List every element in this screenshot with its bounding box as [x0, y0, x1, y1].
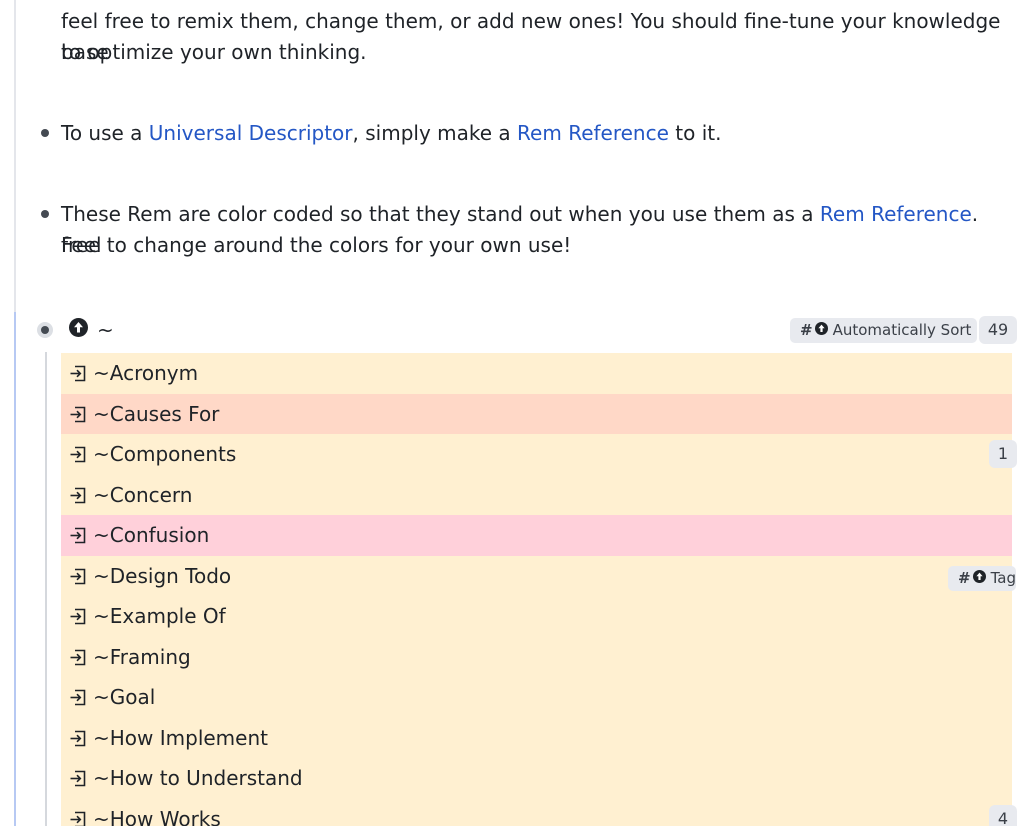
- child-rem-row[interactable]: ~Confusion: [61, 515, 1012, 556]
- children-count-badge[interactable]: 4: [989, 804, 1017, 826]
- child-rem-row[interactable]: ~Framing: [61, 636, 1012, 677]
- hash-symbol: #: [800, 321, 813, 339]
- selection-left-bar: [14, 312, 16, 826]
- child-rem-label: ~Acronym: [93, 361, 199, 385]
- rem-reference-link[interactable]: Rem Reference: [517, 121, 669, 145]
- child-rem-label: ~Goal: [93, 685, 156, 709]
- bullet-paragraph-universal-descriptor[interactable]: To use a Universal Descriptor, simply ma…: [61, 118, 721, 149]
- children-guide-line: [45, 352, 47, 826]
- child-rem-label: ~Concern: [93, 482, 193, 507]
- child-rem-row[interactable]: ~How Implement: [61, 717, 1012, 758]
- reference-arrow-icon: [69, 811, 86, 826]
- child-rem-label: ~Components: [93, 442, 237, 466]
- root-rem-label[interactable]: ~: [97, 318, 114, 342]
- reference-arrow-icon: [69, 487, 86, 504]
- children-count-badge[interactable]: 49: [979, 316, 1017, 344]
- child-rem-row[interactable]: ~How to Understand: [61, 758, 1012, 799]
- root-rem-bullet[interactable]: [37, 322, 53, 338]
- automatically-sort-tag[interactable]: # Automatically Sort: [790, 318, 978, 343]
- reference-arrow-icon: [69, 568, 86, 585]
- document-page: feel free to remix them, change them, or…: [0, 0, 1024, 826]
- child-rem-label: ~Design Todo: [93, 563, 232, 588]
- tag-chip[interactable]: # Tag: [948, 565, 1016, 591]
- bullet-paragraph-line-2: free to change around the colors for you…: [61, 233, 572, 257]
- reference-arrow-icon: [69, 406, 86, 423]
- reference-arrow-icon: [69, 730, 86, 747]
- bullet-text: , simply make a: [352, 121, 518, 145]
- bullet-text: These Rem are color coded so that they s…: [61, 202, 820, 226]
- child-rem-label: ~Causes For: [93, 401, 220, 426]
- arrow-up-circle-icon: [814, 322, 828, 335]
- tag-label: Automatically Sort: [832, 321, 972, 339]
- reference-arrow-icon: [69, 446, 86, 463]
- child-rem-label: ~Confusion: [93, 523, 210, 547]
- child-rem-label: ~Framing: [93, 644, 191, 669]
- reference-arrow-icon: [69, 365, 86, 382]
- reference-arrow-icon: [69, 527, 86, 544]
- child-rem-label: ~How to Understand: [93, 766, 303, 790]
- intro-paragraph-line-2: to optimize your own thinking.: [61, 40, 367, 64]
- arrow-up-circle-icon: [69, 318, 88, 337]
- reference-arrow-icon: [69, 608, 86, 625]
- child-rem-row[interactable]: ~How Works: [61, 798, 1012, 826]
- bullet-dot[interactable]: [41, 210, 49, 218]
- arrow-up-circle-icon: [972, 569, 986, 583]
- universal-descriptor-link[interactable]: Universal Descriptor: [149, 121, 353, 145]
- child-rem-label: ~How Implement: [93, 725, 268, 750]
- tag-label: Tag: [990, 568, 1016, 587]
- children-count-badge[interactable]: 1: [989, 440, 1017, 468]
- reference-arrow-icon: [69, 770, 86, 787]
- child-rem-row[interactable]: ~Concern: [61, 474, 1012, 515]
- reference-arrow-icon: [69, 689, 86, 706]
- bullet-text: To use a: [61, 121, 149, 145]
- child-rem-row[interactable]: ~Acronym: [61, 353, 1012, 394]
- child-rem-label: ~Example Of: [93, 604, 226, 628]
- child-rem-row[interactable]: ~Design Todo: [61, 555, 1012, 596]
- bullet-text: to it.: [668, 121, 722, 145]
- child-rem-row[interactable]: ~Example Of: [61, 596, 1012, 637]
- child-rem-row[interactable]: ~Causes For: [61, 393, 1012, 434]
- bullet-dot[interactable]: [41, 129, 49, 137]
- document-left-border: [14, 0, 16, 312]
- child-rem-row[interactable]: ~Goal: [61, 677, 1012, 718]
- rem-reference-link[interactable]: Rem Reference: [820, 202, 972, 226]
- hash-symbol: #: [958, 568, 971, 587]
- child-rem-label: ~How Works: [93, 806, 221, 826]
- child-rem-row[interactable]: ~Components: [61, 434, 1012, 475]
- reference-arrow-icon: [69, 649, 86, 666]
